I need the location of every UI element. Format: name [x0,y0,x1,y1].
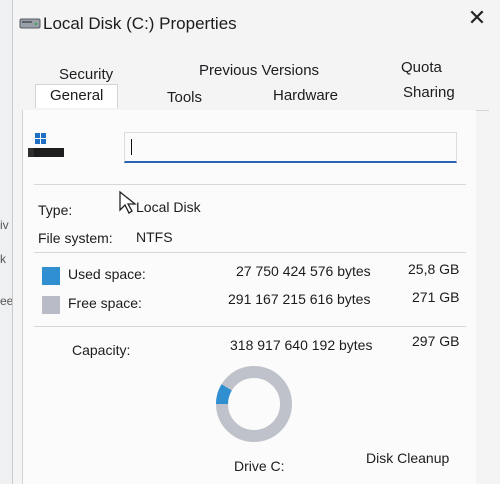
capacity-label: Capacity: [72,342,131,358]
file-system-label: File system: [38,230,113,246]
tab-general[interactable]: General [35,84,119,108]
used-space-swatch [42,267,60,285]
background-text-fragment: iv [0,218,9,232]
drive-icon [19,18,41,29]
text-caret [131,139,132,155]
file-system-value: NTFS [136,229,173,245]
capacity-size: 297 GB [412,333,460,349]
free-space-label: Free space: [68,295,142,311]
divider [34,326,466,327]
title-bar[interactable]: Local Disk (C:) Properties ✕ [13,0,500,48]
type-value: Local Disk [136,199,201,215]
capacity-bytes: 318 917 640 192 bytes [230,337,373,353]
free-space-swatch [42,296,60,314]
usage-donut [216,366,292,442]
tab-quota[interactable]: Quota [401,59,442,76]
used-space-size: 25,8 GB [408,261,460,277]
divider [34,252,466,253]
tab-hardware[interactable]: Hardware [273,87,338,104]
tab-previous-versions[interactable]: Previous Versions [199,62,319,79]
type-label: Type: [38,202,73,218]
mouse-cursor-icon [119,190,137,214]
free-space-bytes: 291 167 215 616 bytes [228,291,371,307]
free-space-arc [216,366,292,442]
used-space-bytes: 27 750 424 576 bytes [236,263,371,279]
tab-tools[interactable]: Tools [167,89,202,106]
tab-security[interactable]: Security [59,66,113,83]
tab-sharing[interactable]: Sharing [403,84,455,101]
background-text-fragment: k [0,252,6,266]
window-title: Local Disk (C:) Properties [43,14,237,33]
drive-name-input[interactable] [124,132,457,163]
background-window [0,0,12,484]
windows-logo-icon [28,133,64,157]
free-space-size: 271 GB [412,289,460,305]
close-icon[interactable]: ✕ [465,6,489,30]
used-space-label: Used space: [68,266,146,282]
drive-label: Drive C: [234,458,285,474]
disk-cleanup-button[interactable]: Disk Cleanup [366,450,449,466]
divider [34,184,466,185]
